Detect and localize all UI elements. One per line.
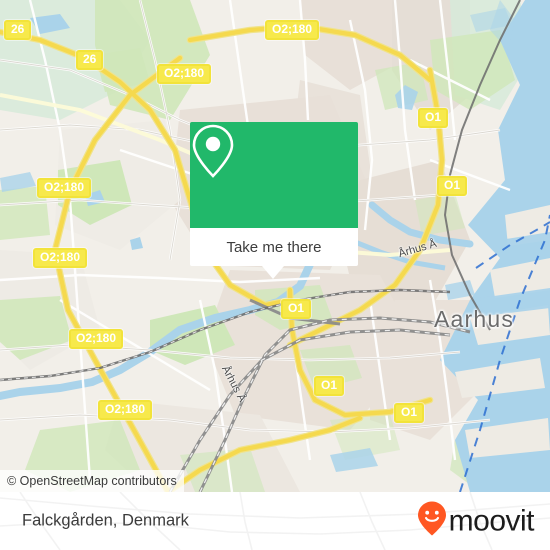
moovit-brand[interactable]: moovit bbox=[417, 501, 535, 542]
road-shield-o2-180-d[interactable]: O2;180 bbox=[33, 248, 88, 268]
popup-tail bbox=[262, 266, 284, 279]
road-shield-o2-180-b[interactable]: O2;180 bbox=[157, 64, 212, 84]
screenshot-root: Aarhus Århus Å Århus Å 26 26 O2;180 O2;1… bbox=[0, 0, 550, 550]
road-shield-o1-c[interactable]: O1 bbox=[281, 299, 312, 319]
moovit-wordmark: moovit bbox=[448, 504, 535, 537]
moovit-smiley-pin-icon bbox=[417, 501, 447, 542]
road-shield-o1-d[interactable]: O1 bbox=[314, 376, 345, 396]
road-shield-o2-180-a[interactable]: O2;180 bbox=[265, 20, 320, 40]
take-me-there-popup[interactable]: Take me there bbox=[190, 122, 358, 279]
road-shield-o1-b[interactable]: O1 bbox=[437, 176, 468, 196]
map-attribution[interactable]: © OpenStreetMap contributors bbox=[0, 470, 184, 492]
take-me-there-label[interactable]: Take me there bbox=[190, 228, 358, 266]
road-shield-26-b[interactable]: 26 bbox=[76, 50, 104, 70]
road-shield-o1-a[interactable]: O1 bbox=[418, 108, 449, 128]
footer-bar: Falckgården, Denmark moovit bbox=[0, 492, 550, 550]
road-shield-o2-180-c[interactable]: O2;180 bbox=[37, 178, 92, 198]
popup-image-area bbox=[190, 122, 358, 228]
place-name: Falckgården, Denmark bbox=[22, 511, 189, 530]
map-canvas[interactable]: Aarhus Århus Å Århus Å 26 26 O2;180 O2;1… bbox=[0, 0, 550, 492]
road-shield-o2-180-e[interactable]: O2;180 bbox=[69, 329, 124, 349]
road-shield-26-a[interactable]: 26 bbox=[4, 20, 32, 40]
road-shield-o2-180-f[interactable]: O2;180 bbox=[98, 400, 153, 420]
road-shield-o1-e[interactable]: O1 bbox=[394, 403, 425, 423]
